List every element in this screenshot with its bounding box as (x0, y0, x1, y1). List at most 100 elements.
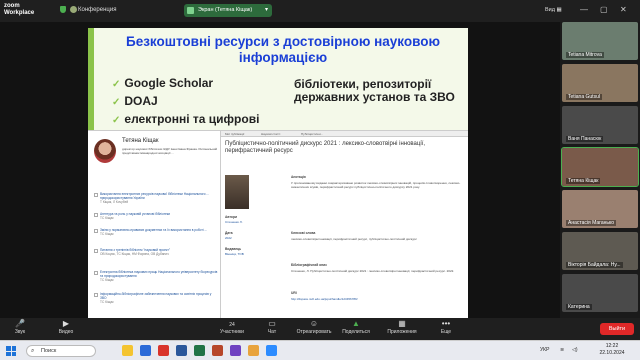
checkbox (94, 249, 98, 253)
profile-name: Тетяна Кіщак (122, 138, 159, 144)
view-menu-button[interactable]: Вид ▦ (545, 7, 562, 13)
close-icon[interactable]: ✕ (620, 5, 627, 14)
leave-button[interactable]: Выйти (600, 323, 634, 335)
publication-item: Інформаційно-бібліографічне забезпечення… (100, 292, 212, 304)
field-value: Стишенко Л. (225, 220, 243, 224)
reaction-icon: ☺ (309, 319, 319, 328)
breadcrumb-item: Наукові статті (261, 132, 281, 136)
field-label: Автори (225, 215, 237, 219)
breadcrumb-item: Мої публікації (225, 132, 245, 136)
participant-tile[interactable]: Вікторія Байдала: Ну... (562, 232, 638, 270)
microphone-icon: 🎤 (15, 319, 25, 328)
conference-label: Конференция (78, 7, 117, 13)
avatar (94, 139, 116, 163)
participant-tile[interactable]: Ваня Панасюк (562, 106, 638, 144)
pdf-icon[interactable] (158, 345, 169, 356)
meeting-toolbar: 🎤 Звук ▶ Видео 24 Участники ▭ Чат ☺ Отреагиро… (0, 318, 640, 340)
field-value: У пропонованому виданні охарактеризовано… (291, 181, 461, 189)
field-value: 2022 (225, 236, 232, 240)
checkmark-icon: ✓ (112, 115, 121, 126)
field-label: Дата (225, 231, 233, 235)
record-title: Публіцистично-політичний дискурс 2021 : … (225, 141, 425, 154)
repository-record-screenshot: Мої публікації Наукові статті Публіцисти… (220, 130, 468, 328)
uri-link: http://dspace.nuft.edu.ua/jspui/handle/1… (291, 297, 358, 301)
participant-tile[interactable]: Анастасія Маганько (562, 190, 638, 228)
checkbox (94, 229, 98, 233)
participant-name: Анастасія Маганько (566, 220, 616, 226)
participant-tile[interactable]: Tetiana Gutsul (562, 64, 638, 102)
checkbox (94, 271, 98, 275)
publication-item: Використання електронних ресурсів науков… (100, 192, 210, 204)
participant-name: Tetiana Mitrova (566, 52, 604, 58)
slide-bullet: ✓ електронні та цифрові (112, 112, 260, 126)
edge-icon[interactable] (140, 345, 151, 356)
checkmark-icon: ✓ (112, 79, 121, 90)
participants-gallery: Tetiana Mitrova Tetiana Gutsul Ваня Пана… (560, 22, 640, 340)
more-button[interactable]: ••• Еще (426, 318, 466, 336)
screen-share-banner[interactable]: Экран (Тетяна Кіщак) ▾ (184, 4, 272, 17)
share-button[interactable]: ▲ Поделиться (336, 318, 376, 336)
viber-icon[interactable] (230, 345, 241, 356)
excel-icon[interactable] (194, 345, 205, 356)
info-icon[interactable] (70, 6, 77, 13)
participant-name: Тетяна Кіщак (566, 178, 601, 184)
checkbox (94, 193, 98, 197)
shield-icon[interactable] (60, 6, 66, 13)
search-icon: ⌕ (31, 348, 35, 354)
slide-bullet: ✓ DOAJ (112, 94, 158, 108)
maximize-icon[interactable]: ▢ (600, 5, 608, 14)
audio-button[interactable]: 🎤 Звук (0, 318, 40, 336)
profile-description: директор наукової бібліотеки ЖДУ імені І… (122, 147, 218, 155)
record-breadcrumb: Мої публікації Наукові статті Публіцисти… (221, 131, 468, 137)
windows-start-icon[interactable] (6, 346, 16, 356)
participant-name: Tetiana Gutsul (566, 94, 602, 100)
zoom-title-bar: zoom Workplace Конференция Экран (Тетяна … (0, 0, 640, 22)
chrome-icon[interactable] (248, 345, 259, 356)
taskbar-search[interactable]: ⌕ Поиск (26, 345, 96, 357)
publication-item: Питання з тренінгів бібліотек "науковий … (100, 248, 171, 256)
field-label: Бібліографічний опис (291, 263, 328, 267)
volume-icon[interactable]: ◁) (572, 347, 578, 353)
participant-tile[interactable]: Катерина (562, 274, 638, 312)
checkbox (94, 293, 98, 297)
network-icon[interactable]: ≋ (560, 347, 564, 353)
field-label: Анотація (291, 175, 306, 179)
breadcrumb-item: Публіцистичні... (301, 132, 324, 136)
chat-icon: ▭ (268, 319, 276, 328)
slide-right-text: бібліотеки, репозиторії державних устано… (294, 77, 455, 104)
minimize-icon[interactable]: — (580, 5, 588, 14)
taskbar-clock[interactable]: 12:22 22.10.2024 (594, 343, 630, 357)
shared-screen-area: Безкоштовні ресурси з достовірною науков… (0, 22, 560, 340)
language-indicator[interactable]: УКР (540, 347, 549, 353)
presentation-slide: Безкоштовні ресурси з достовірною науков… (88, 28, 468, 328)
field-value: Вінниця, ТОВ (225, 252, 244, 256)
field-label: URI (291, 291, 297, 295)
video-camera-icon: ▶ (62, 319, 70, 328)
participant-tile-active-speaker[interactable]: Тетяна Кіщак (561, 147, 639, 187)
people-icon: 24 (229, 322, 235, 328)
reactions-button[interactable]: ☺ Отреагировать (294, 318, 334, 336)
apps-button[interactable]: ▦ Приложения (382, 318, 422, 336)
word-icon[interactable] (176, 345, 187, 356)
scholar-profile-screenshot: Тетяна Кіщак директор наукової бібліотек… (88, 130, 228, 328)
powerpoint-icon[interactable] (212, 345, 223, 356)
participant-name: Ваня Панасюк (566, 136, 604, 142)
publication-item: Електронна бібліотека наукових праць Нац… (100, 270, 218, 282)
share-screen-icon (187, 7, 194, 14)
slide-title: Безкоштовні ресурси з достовірною науков… (125, 34, 440, 65)
field-label: Видавець (225, 247, 242, 251)
participants-button[interactable]: 24 Участники (212, 318, 252, 335)
video-button[interactable]: ▶ Видео (46, 318, 86, 336)
checkbox (94, 213, 98, 217)
participant-name: Вікторія Байдала: Ну... (566, 262, 623, 268)
field-value: Стишенко, Л. Публіцистично-політичний ди… (291, 269, 455, 273)
field-value: лексико-словотвірні інновації, перифраст… (291, 237, 417, 241)
chat-button[interactable]: ▭ Чат (252, 318, 292, 336)
more-icon: ••• (441, 319, 451, 328)
file-explorer-icon[interactable] (122, 345, 133, 356)
publication-item: Зміни у нормативно-правових документах т… (100, 228, 208, 236)
participant-tile[interactable]: Tetiana Mitrova (562, 22, 638, 60)
publication-item: Агентура та роль у науковій установі біб… (100, 212, 171, 220)
participant-name: Катерина (566, 304, 592, 310)
zoom-icon[interactable] (266, 345, 277, 356)
